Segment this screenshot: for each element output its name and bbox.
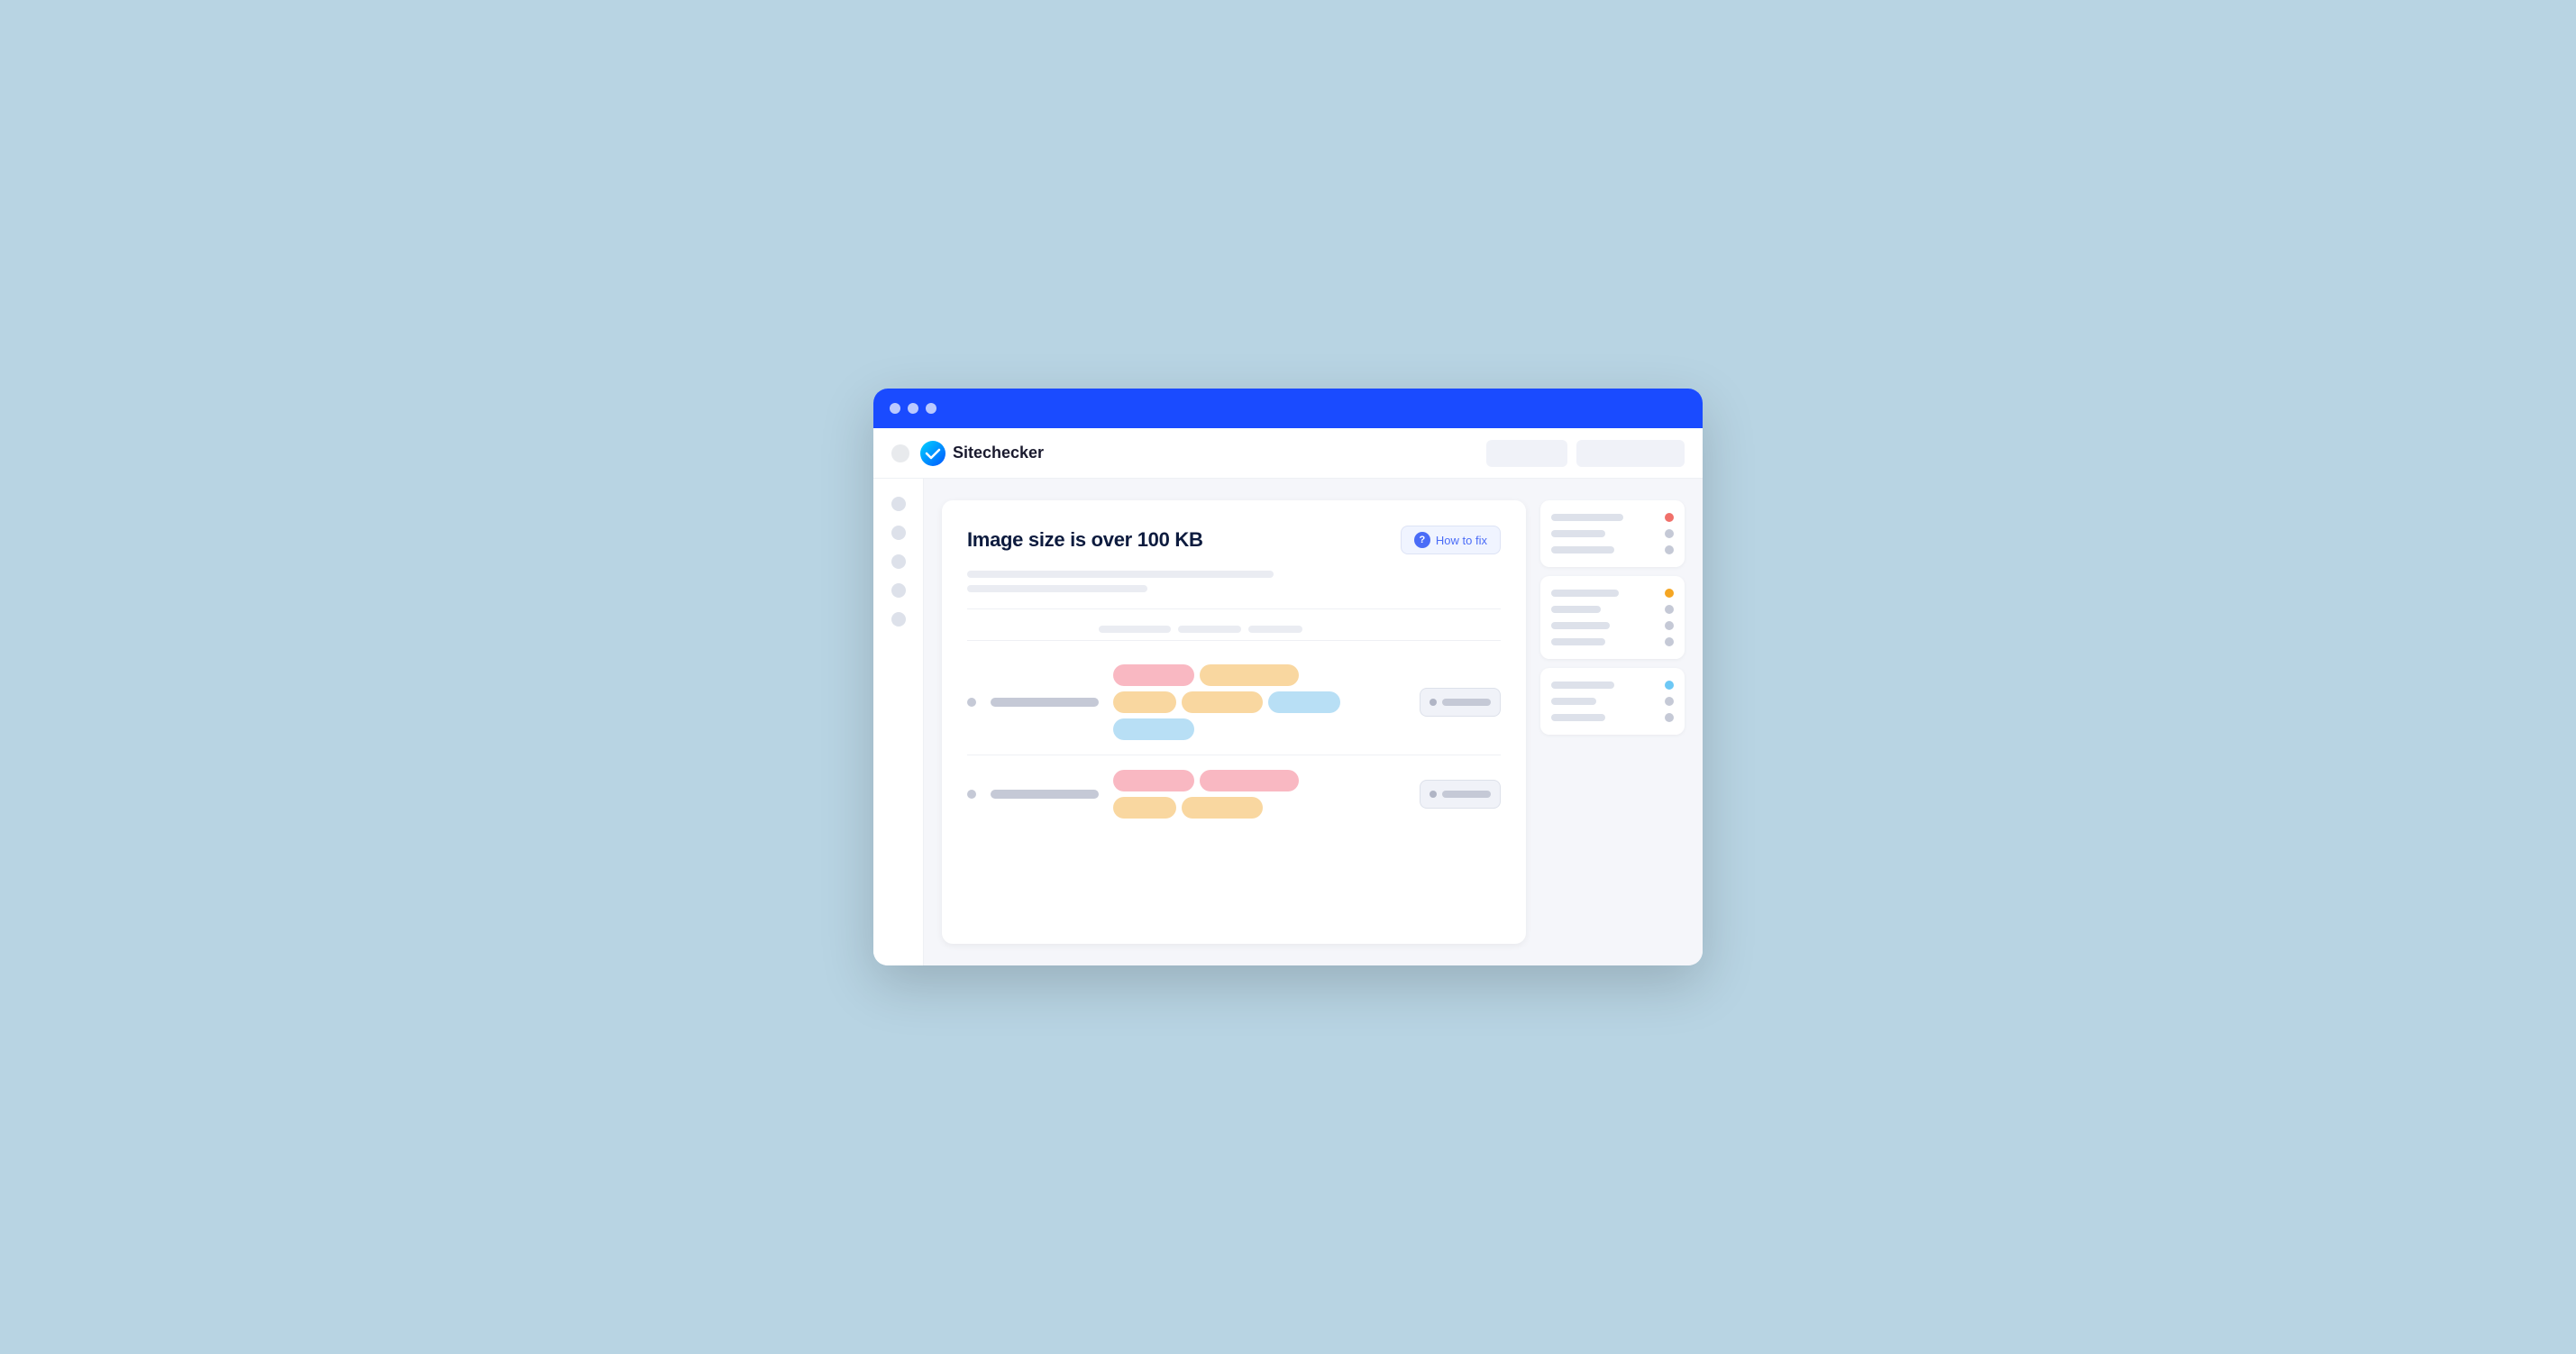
- table-row-1: [967, 650, 1501, 755]
- right-dot-gray-1: [1665, 529, 1674, 538]
- right-line-3-3: [1551, 714, 1605, 721]
- right-panel: [1540, 500, 1685, 944]
- tags-group-2: [1113, 770, 1405, 819]
- sidebar-dot-3: [891, 554, 906, 569]
- right-row-2-1: [1551, 589, 1674, 598]
- row-label-1: [991, 698, 1099, 707]
- right-dot-blue: [1665, 681, 1674, 690]
- row-action-btn-2[interactable]: [1420, 780, 1501, 809]
- right-dot-gray-7: [1665, 713, 1674, 722]
- right-section-1: [1540, 500, 1685, 567]
- sitechecker-logo-icon: [920, 441, 945, 466]
- traffic-light-1: [890, 403, 900, 414]
- sidebar-dot-5: [891, 612, 906, 627]
- toolbar-button-2[interactable]: [1576, 440, 1685, 467]
- right-row-2-3: [1551, 621, 1674, 630]
- right-line-2-2: [1551, 606, 1601, 613]
- right-dot-gray-4: [1665, 621, 1674, 630]
- desc-line-1: [967, 571, 1274, 578]
- desc-line-2: [967, 585, 1147, 592]
- tag-orange-2: [1113, 691, 1176, 713]
- sidebar-dot-1: [891, 497, 906, 511]
- right-row-1-2: [1551, 529, 1674, 538]
- tag-blue-2: [1113, 718, 1194, 740]
- help-icon: ?: [1414, 532, 1430, 548]
- toolbar-button-1[interactable]: [1486, 440, 1567, 467]
- row-dot-1: [967, 698, 976, 707]
- right-row-2-4: [1551, 637, 1674, 646]
- right-line-2-1: [1551, 590, 1619, 597]
- sidebar-dot-4: [891, 583, 906, 598]
- right-line-2-3: [1551, 622, 1610, 629]
- tag-pink-3: [1200, 770, 1299, 791]
- logo-text: Sitechecker: [953, 444, 1044, 462]
- panel-header: Image size is over 100 KB ? How to fix: [967, 526, 1501, 554]
- traffic-light-2: [908, 403, 918, 414]
- right-row-1-3: [1551, 545, 1674, 554]
- tag-blue-1: [1268, 691, 1340, 713]
- right-line-3-1: [1551, 682, 1614, 689]
- right-dot-red: [1665, 513, 1674, 522]
- browser-toolbar: Sitechecker: [873, 428, 1703, 479]
- right-line-1-1: [1551, 514, 1623, 521]
- right-line-1-3: [1551, 546, 1614, 553]
- browser-window: Sitechecker Image size is over 100 KB: [873, 389, 1703, 965]
- tag-orange-3: [1182, 691, 1263, 713]
- right-row-3-2: [1551, 697, 1674, 706]
- right-dot-gray-6: [1665, 697, 1674, 706]
- tag-pink-2: [1113, 770, 1194, 791]
- row-action-btn-1[interactable]: [1420, 688, 1501, 717]
- how-to-fix-label: How to fix: [1436, 534, 1487, 547]
- browser-body: Image size is over 100 KB ? How to fix: [873, 479, 1703, 965]
- right-row-3-1: [1551, 681, 1674, 690]
- traffic-light-3: [926, 403, 936, 414]
- tag-orange-1: [1200, 664, 1299, 686]
- row-label-2: [991, 790, 1099, 799]
- right-row-2-2: [1551, 605, 1674, 614]
- content-panel: Image size is over 100 KB ? How to fix: [942, 500, 1526, 944]
- right-row-3-3: [1551, 713, 1674, 722]
- toolbar-buttons: [1486, 440, 1685, 467]
- action-btn-line-1: [1442, 699, 1491, 706]
- right-dot-gray-3: [1665, 605, 1674, 614]
- right-dot-gray-2: [1665, 545, 1674, 554]
- action-btn-dot-1: [1430, 699, 1437, 706]
- how-to-fix-button[interactable]: ? How to fix: [1401, 526, 1501, 554]
- action-btn-line-2: [1442, 791, 1491, 798]
- tag-pink-1: [1113, 664, 1194, 686]
- right-line-1-2: [1551, 530, 1605, 537]
- action-btn-dot-2: [1430, 791, 1437, 798]
- right-line-2-4: [1551, 638, 1605, 645]
- right-dot-gray-5: [1665, 637, 1674, 646]
- logo-area: Sitechecker: [920, 441, 1475, 466]
- panel-title: Image size is over 100 KB: [967, 528, 1203, 552]
- right-section-2: [1540, 576, 1685, 659]
- row-dot-2: [967, 790, 976, 799]
- tag-orange-5: [1182, 797, 1263, 819]
- nav-circle: [891, 444, 909, 462]
- table-row-2: [967, 755, 1501, 833]
- divider-1: [967, 608, 1501, 609]
- left-sidebar: [873, 479, 924, 965]
- browser-titlebar: [873, 389, 1703, 428]
- right-section-3: [1540, 668, 1685, 735]
- tag-orange-4: [1113, 797, 1176, 819]
- right-row-1-1: [1551, 513, 1674, 522]
- tags-group-1: [1113, 664, 1405, 740]
- main-content: Image size is over 100 KB ? How to fix: [924, 479, 1703, 965]
- right-dot-orange: [1665, 589, 1674, 598]
- sidebar-dot-2: [891, 526, 906, 540]
- right-line-3-2: [1551, 698, 1596, 705]
